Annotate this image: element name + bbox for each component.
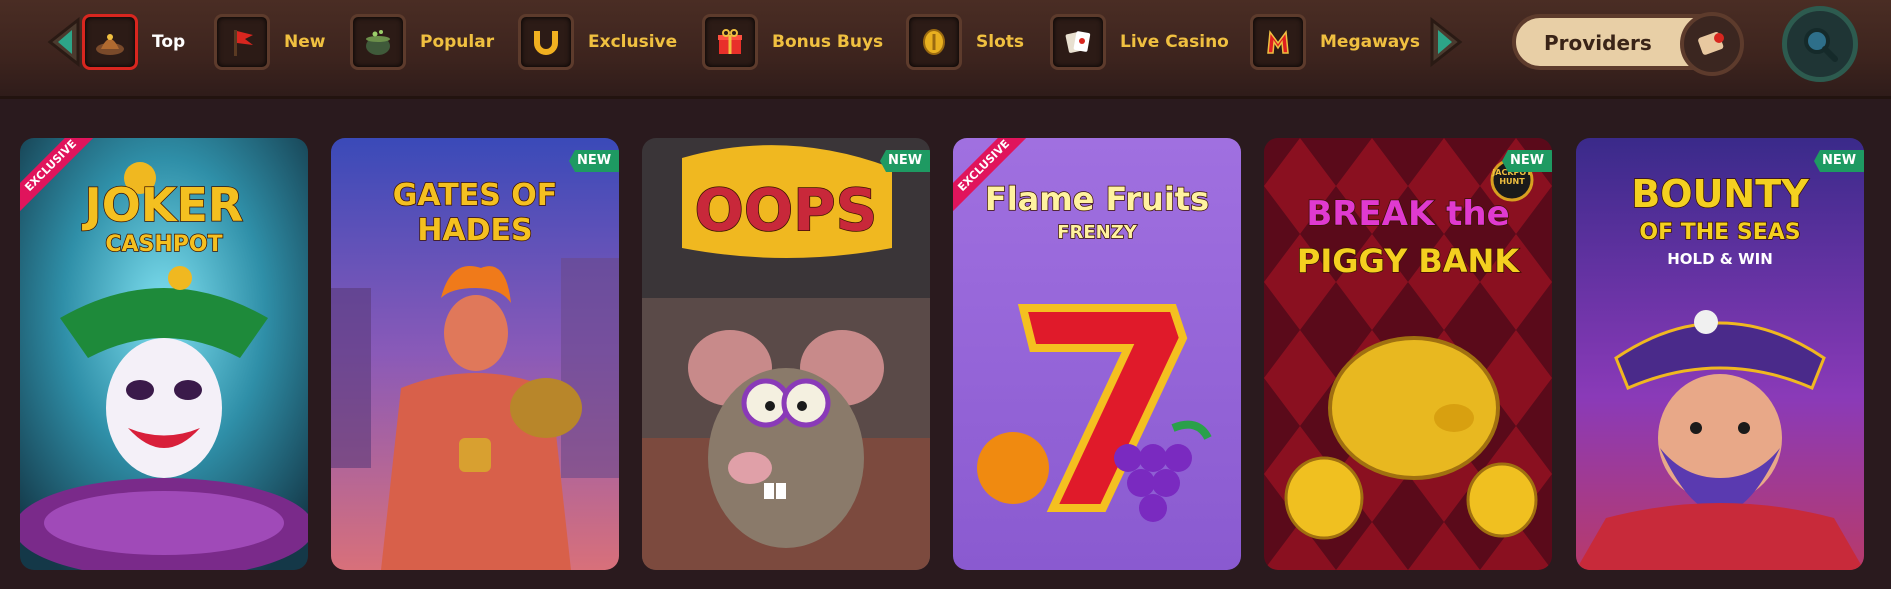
arrow-right-icon [1430,16,1463,68]
nav-tile [1250,14,1306,70]
nav-item-live-casino[interactable]: Live Casino [1050,14,1229,70]
game-card-flame-fruits-frenzy[interactable]: Flame Fruits FRENZY EXCLUSIVE [953,138,1241,570]
nav-item-label: Popular [420,32,495,52]
nav-item-label: Top [152,32,186,52]
game-card-oops[interactable]: OOPS NEW [642,138,930,570]
new-badge: NEW [1502,150,1552,172]
search-button[interactable] [1782,6,1858,82]
game-title: Flame Fruits [984,179,1210,219]
search-icon [1804,28,1838,62]
nav-scroll-right-button[interactable] [1426,16,1466,68]
nav-tile [350,14,406,70]
providers-label: Providers [1544,31,1652,55]
nav-item-label: New [284,32,326,52]
nav-item-slots[interactable]: Slots [906,14,1024,70]
category-nav-bar: Top New Popular Exclusive Bonus Buys Slo… [0,0,1891,99]
coin-icon [923,29,945,55]
nav-item-label: Megaways [1320,32,1420,52]
new-badge: NEW [880,150,930,172]
m-letter-icon [1267,29,1289,54]
nav-scroll-left-button[interactable] [44,16,84,68]
game-title: GATES OF HADES [392,177,558,249]
nav-item-bonus-buys[interactable]: Bonus Buys [702,14,883,70]
nav-tile [906,14,962,70]
gift-icon [718,29,742,54]
arrow-left-icon [47,16,80,68]
nav-item-top[interactable]: Top [82,14,185,70]
new-badge: NEW [1814,150,1864,172]
cauldron-icon [366,30,390,55]
providers-icon-badge [1680,12,1744,76]
horseshoe-icon [534,31,558,55]
game-subtitle: FRENZY [1056,221,1137,244]
game-card-joker-cashpot[interactable]: JOKER CASHPOT EXCLUSIVE [20,138,308,570]
nav-tile [702,14,758,70]
flag-icon [234,30,253,56]
game-title: OOPS [694,175,878,245]
providers-button[interactable]: Providers [1512,12,1744,76]
nav-tile [214,14,270,70]
game-card-gates-of-hades[interactable]: GATES OF HADES NEW [331,138,619,570]
game-card-break-the-piggy-bank[interactable]: BREAK the PIGGY BANK JACKPOT HUNT NEW [1264,138,1552,570]
game-subtitle: PIGGY BANK [1296,241,1520,281]
nav-item-label: Live Casino [1120,32,1229,52]
game-subtitle: CASHPOT [105,231,224,258]
game-title: BOUNTY [1631,171,1810,217]
scroll-map-icon [1698,32,1724,55]
game-grid: JOKER CASHPOT EXCLUSIVE GATES OF HADES N… [0,138,1891,570]
nav-item-new[interactable]: New [214,14,325,70]
game-tagline: HOLD & WIN [1667,250,1773,268]
nav-item-label: Slots [976,32,1024,52]
game-title: BREAK the [1306,193,1511,235]
game-title: JOKER [84,177,244,233]
game-subtitle: OF THE SEAS [1639,219,1802,246]
nav-item-label: Bonus Buys [772,32,884,52]
nav-tile [518,14,574,70]
nav-item-label: Exclusive [588,32,678,52]
mound-icon [96,34,124,55]
nav-tile [1050,14,1106,70]
new-badge: NEW [569,150,619,172]
playing-cards-icon [1065,31,1091,53]
nav-tile [82,14,138,70]
nav-item-popular[interactable]: Popular [350,14,494,70]
nav-item-megaways[interactable]: Megaways [1250,14,1420,70]
game-card-bounty-of-the-seas[interactable]: BOUNTY OF THE SEAS HOLD & WIN NEW [1576,138,1864,570]
nav-item-exclusive[interactable]: Exclusive [518,14,677,70]
